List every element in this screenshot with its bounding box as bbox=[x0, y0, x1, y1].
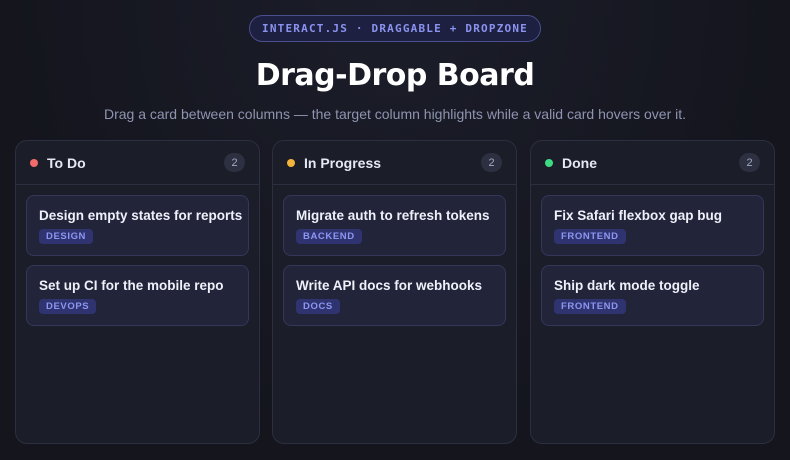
status-dot-icon bbox=[287, 158, 295, 167]
page-title: Drag-Drop Board bbox=[255, 58, 535, 93]
card-title: Write API docs for webhooks bbox=[296, 278, 483, 293]
card-title: Migrate auth to refresh tokens bbox=[296, 208, 490, 223]
task-card[interactable]: Design empty states for reports DESIGN bbox=[26, 195, 249, 256]
library-badge: INTERACT.JS · DRAGGABLE + DROPZONE bbox=[249, 15, 541, 42]
card-title: Fix Safari flexbox gap bug bbox=[554, 208, 723, 223]
column-todo[interactable]: To Do 2 Design empty states for reports … bbox=[15, 140, 260, 444]
card-tag: DESIGN bbox=[39, 229, 94, 244]
task-card[interactable]: Fix Safari flexbox gap bug FRONTEND bbox=[541, 195, 764, 256]
card-tag: FRONTEND bbox=[554, 229, 626, 244]
card-tag: BACKEND bbox=[296, 229, 362, 244]
card-count-badge: 2 bbox=[739, 153, 760, 172]
column-header: In Progress 2 bbox=[273, 141, 516, 185]
status-dot-icon bbox=[545, 158, 553, 167]
column-title: To Do bbox=[47, 154, 86, 171]
card-tag: FRONTEND bbox=[554, 299, 626, 314]
page-subtitle: Drag a card between columns — the target… bbox=[103, 106, 687, 122]
column-header: To Do 2 bbox=[16, 141, 259, 185]
column-title: In Progress bbox=[304, 154, 382, 171]
card-title: Set up CI for the mobile repo bbox=[39, 278, 224, 293]
column-in-progress[interactable]: In Progress 2 Migrate auth to refresh to… bbox=[272, 140, 517, 444]
task-card[interactable]: Ship dark mode toggle FRONTEND bbox=[541, 265, 764, 326]
card-tag: DEVOPS bbox=[39, 299, 97, 314]
task-card[interactable]: Write API docs for webhooks DOCS bbox=[283, 265, 506, 326]
column-header: Done 2 bbox=[531, 141, 774, 185]
card-count-badge: 2 bbox=[224, 153, 245, 172]
card-title: Ship dark mode toggle bbox=[554, 278, 700, 293]
card-title: Design empty states for reports bbox=[39, 208, 243, 223]
card-count-badge: 2 bbox=[481, 153, 502, 172]
column-title: Done bbox=[562, 154, 597, 171]
column-done[interactable]: Done 2 Fix Safari flexbox gap bug FRONTE… bbox=[530, 140, 775, 444]
task-card[interactable]: Set up CI for the mobile repo DEVOPS bbox=[26, 265, 249, 326]
task-card[interactable]: Migrate auth to refresh tokens BACKEND bbox=[283, 195, 506, 256]
status-dot-icon bbox=[30, 158, 38, 167]
card-tag: DOCS bbox=[296, 299, 340, 314]
